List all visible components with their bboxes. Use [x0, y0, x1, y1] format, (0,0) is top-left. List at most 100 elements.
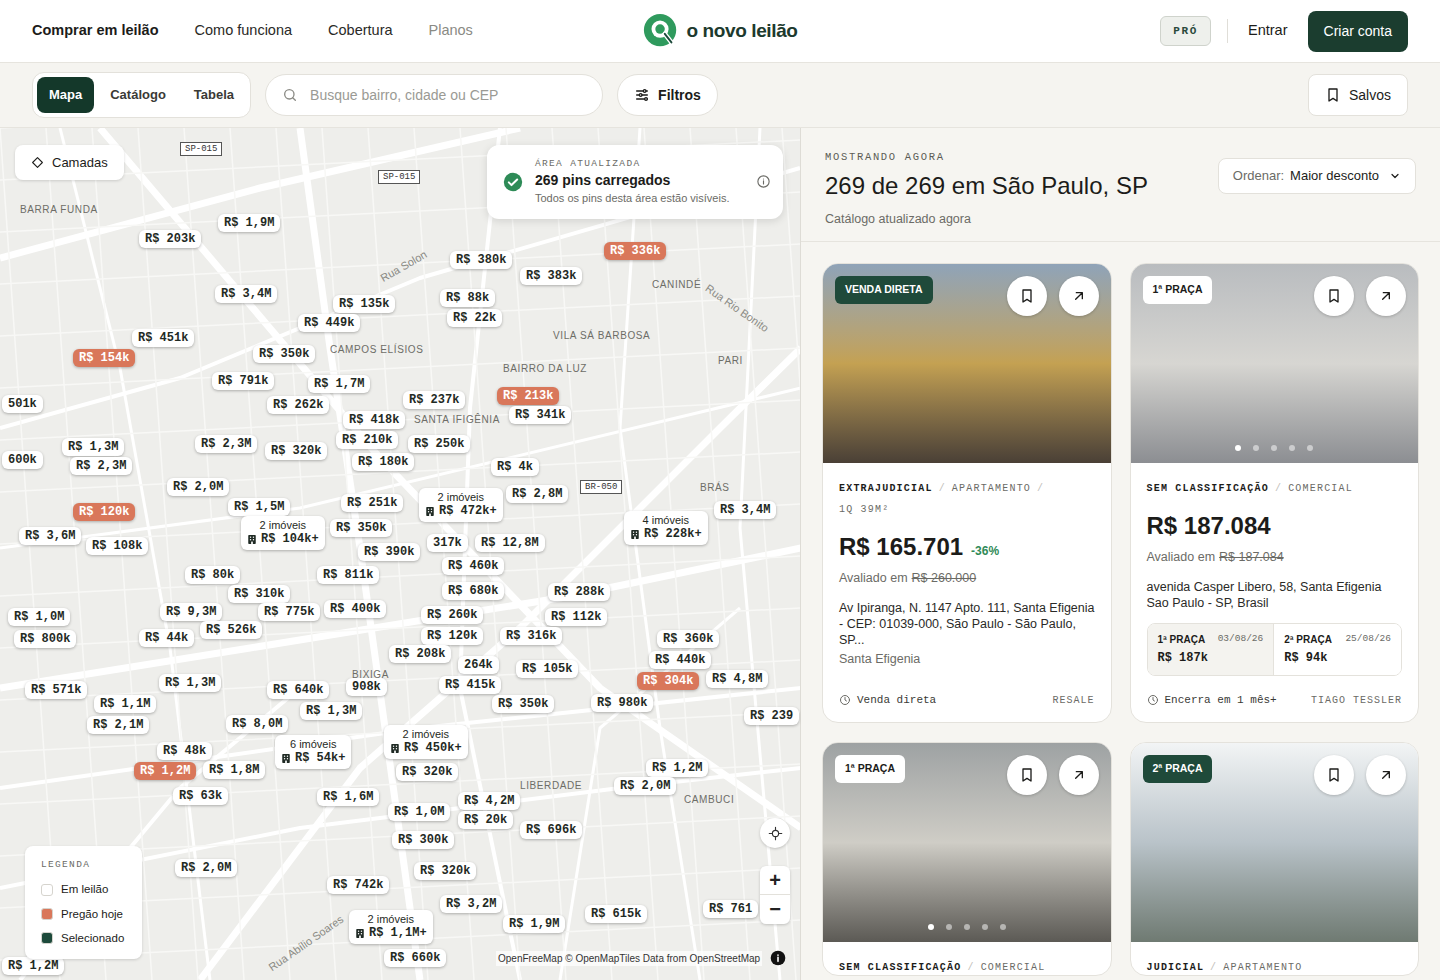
- map-pin[interactable]: R$ 451k: [132, 329, 194, 347]
- map-pin-group[interactable]: 4 imóveisR$ 228k+: [624, 511, 708, 545]
- map-pin[interactable]: R$ 1,0M: [388, 803, 450, 821]
- map-pin[interactable]: R$ 1,2M: [646, 759, 708, 777]
- photo-dot[interactable]: [1307, 445, 1313, 451]
- map-pin[interactable]: R$ 1,3M: [159, 674, 221, 692]
- map-pin[interactable]: R$ 660k: [384, 949, 446, 967]
- map-pin[interactable]: R$ 251k: [341, 494, 403, 512]
- search-input[interactable]: [310, 85, 586, 106]
- save-button[interactable]: [1007, 755, 1047, 795]
- map-pin[interactable]: R$ 1,7M: [308, 375, 370, 393]
- map-pin[interactable]: R$ 203k: [139, 230, 201, 248]
- map-pin-group[interactable]: 2 imóveisR$ 472k+: [419, 488, 503, 522]
- map-pin[interactable]: R$ 2,0M: [167, 478, 229, 496]
- map-pin-group[interactable]: 2 imóveisR$ 450k+: [384, 725, 468, 759]
- map-pin[interactable]: R$ 180k: [352, 453, 414, 471]
- listing-card[interactable]: 2ª PRAÇAJUDICIAL/APARTAMENTO: [1130, 742, 1420, 976]
- map-pin[interactable]: R$ 63k: [173, 787, 228, 805]
- save-button[interactable]: [1007, 276, 1047, 316]
- map-pin[interactable]: R$ 44k: [139, 629, 194, 647]
- map-pin[interactable]: R$ 20k: [458, 811, 513, 829]
- map-pin[interactable]: R$ 615k: [585, 905, 647, 923]
- map-pin[interactable]: R$ 88k: [440, 289, 495, 307]
- nav-link[interactable]: Cobertura: [328, 20, 392, 42]
- map-pin-group[interactable]: 2 imóveisR$ 104k+: [241, 516, 325, 550]
- map-pin[interactable]: R$ 1,0M: [8, 608, 70, 626]
- photo-dot[interactable]: [928, 924, 934, 930]
- map-pin[interactable]: 908k: [346, 678, 387, 696]
- map-pin[interactable]: R$ 48k: [157, 742, 212, 760]
- map-pin[interactable]: 501k: [2, 395, 43, 413]
- photo-dot[interactable]: [1271, 445, 1277, 451]
- listing-photo[interactable]: VENDA DIRETA: [823, 264, 1111, 463]
- map-pin[interactable]: R$ 250k: [408, 435, 470, 453]
- map-pin[interactable]: R$ 742k: [327, 876, 389, 894]
- map-pin[interactable]: R$ 526k: [200, 621, 262, 639]
- map-pin[interactable]: R$ 9,3M: [160, 603, 222, 621]
- attribution-text[interactable]: OpenFreeMap © OpenMapTiles Data from Ope…: [496, 951, 762, 966]
- map-pin[interactable]: R$ 1,8M: [203, 761, 265, 779]
- map-pin[interactable]: R$ 4,8M: [706, 670, 768, 688]
- map-pin[interactable]: R$ 260k: [421, 606, 483, 624]
- map-pin[interactable]: R$ 239: [744, 707, 799, 725]
- map-pin[interactable]: R$ 3,2M: [440, 895, 502, 913]
- photo-dot[interactable]: [1253, 445, 1259, 451]
- map-pin[interactable]: R$ 400k: [324, 600, 386, 618]
- map-pin[interactable]: R$ 2,1M: [87, 716, 149, 734]
- nav-link[interactable]: Planos: [429, 20, 473, 42]
- map-pin[interactable]: R$ 262k: [267, 396, 329, 414]
- nav-link[interactable]: Comprar em leilão: [32, 20, 159, 42]
- map-pin[interactable]: R$ 2,3M: [195, 435, 257, 453]
- map-pin[interactable]: R$ 1,1M: [94, 695, 156, 713]
- map-pin[interactable]: R$ 4k: [491, 458, 539, 476]
- map-pin[interactable]: R$ 105k: [516, 660, 578, 678]
- map-pin[interactable]: R$ 640k: [267, 681, 329, 699]
- map-pin-group[interactable]: 2 imóveisR$ 1,1M+: [349, 910, 433, 944]
- map-pin[interactable]: R$ 418k: [343, 411, 405, 429]
- map-pin[interactable]: R$ 761: [703, 900, 758, 918]
- map-pin[interactable]: R$ 300k: [392, 831, 454, 849]
- map-pin[interactable]: R$ 320k: [396, 763, 458, 781]
- map-pin[interactable]: R$ 112k: [545, 608, 607, 626]
- map-pin[interactable]: R$ 1,2M: [2, 957, 64, 975]
- locate-button[interactable]: [760, 818, 790, 848]
- photo-dot[interactable]: [1000, 924, 1006, 930]
- map-pin[interactable]: R$ 12,8M: [475, 534, 545, 552]
- map-pin[interactable]: R$ 120k: [421, 627, 483, 645]
- map-pin[interactable]: R$ 350k: [330, 519, 392, 537]
- map-pin[interactable]: R$ 210k: [336, 431, 398, 449]
- view-tab[interactable]: Tabela: [182, 77, 246, 113]
- map-pin[interactable]: R$ 2,0M: [614, 777, 676, 795]
- photo-dot[interactable]: [1235, 445, 1241, 451]
- listing-card[interactable]: 1ª PRAÇASEM CLASSIFICAÇÃO/COMERCIAL: [822, 742, 1112, 976]
- map-pin[interactable]: R$ 449k: [298, 314, 360, 332]
- map-pin[interactable]: R$ 390k: [358, 543, 420, 561]
- map-pin[interactable]: R$ 135k: [333, 295, 395, 313]
- map-pin[interactable]: R$ 1,3M: [300, 702, 362, 720]
- search-box[interactable]: [265, 74, 603, 116]
- map-pin[interactable]: R$ 3,4M: [215, 285, 277, 303]
- zoom-out-button[interactable]: −: [760, 895, 790, 924]
- map-pin[interactable]: R$ 775k: [258, 603, 320, 621]
- map-pin[interactable]: R$ 800k: [14, 630, 76, 648]
- listing-photo[interactable]: 1ª PRAÇA: [1131, 264, 1419, 463]
- open-button[interactable]: [1059, 755, 1099, 795]
- map-pin[interactable]: R$ 320k: [414, 862, 476, 880]
- map-pin[interactable]: R$ 811k: [317, 566, 379, 584]
- map-pin[interactable]: R$ 680k: [442, 582, 504, 600]
- pro-badge[interactable]: PRÓ: [1160, 16, 1211, 47]
- map-pin[interactable]: R$ 440k: [649, 651, 711, 669]
- map-pin[interactable]: 317k: [427, 534, 468, 552]
- map-pin[interactable]: R$ 154k: [73, 349, 135, 367]
- open-button[interactable]: [1059, 276, 1099, 316]
- map-pin[interactable]: R$ 336k: [604, 242, 666, 260]
- photo-dot[interactable]: [1289, 445, 1295, 451]
- map-pin[interactable]: R$ 120k: [73, 503, 135, 521]
- map-pin[interactable]: R$ 571k: [25, 681, 87, 699]
- map-pin[interactable]: R$ 341k: [509, 406, 571, 424]
- map-pin[interactable]: R$ 350k: [253, 345, 315, 363]
- map-pin-group[interactable]: 6 imóveisR$ 54k+: [275, 735, 351, 769]
- map-pin[interactable]: R$ 4,2M: [458, 792, 520, 810]
- map-pin[interactable]: R$ 2,0M: [175, 859, 237, 877]
- map-pin[interactable]: R$ 310k: [228, 585, 290, 603]
- map-pin[interactable]: R$ 1,6M: [317, 788, 379, 806]
